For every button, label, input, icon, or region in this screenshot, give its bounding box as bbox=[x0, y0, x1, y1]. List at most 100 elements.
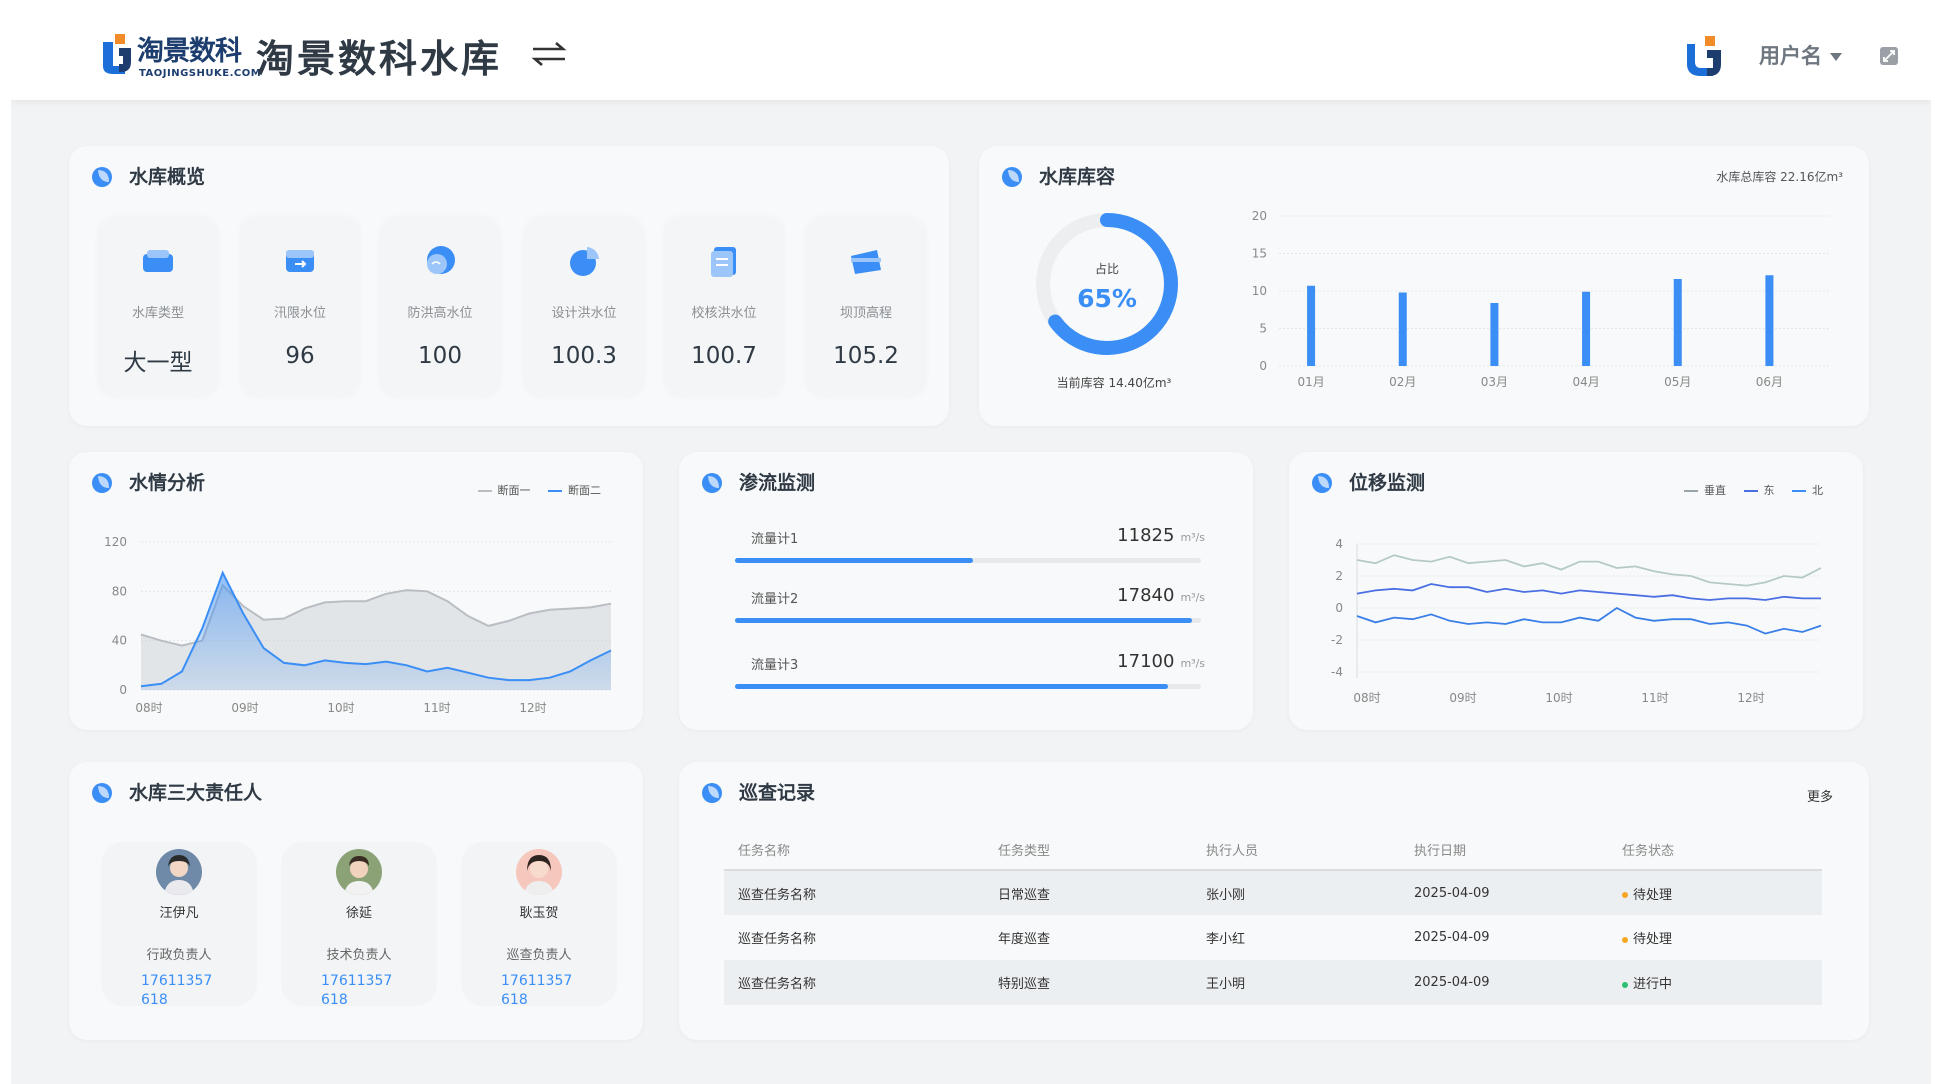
series-line bbox=[1356, 554, 1822, 587]
overview-item-label: 汛限水位 bbox=[273, 306, 326, 321]
table-row[interactable]: 巡查任务名称 特别巡查 王小明 2025-04-09 进行中 bbox=[724, 960, 1822, 1005]
capacity-total-label: 水库总库容 22.16亿m³ bbox=[1716, 170, 1843, 184]
displacement-card: 位移监测 垂直 东 北 -4 -2 0 2 4 08时 09时 10时 11时 12时 bbox=[1289, 452, 1863, 730]
overview-item: 防洪高水位 100 bbox=[381, 218, 499, 396]
person-role: 行政负责人 bbox=[146, 948, 212, 963]
x-tick-label: 05月 bbox=[1664, 375, 1691, 389]
flow-meter-number: 17100 bbox=[1117, 651, 1175, 672]
overview-item-label: 校核洪水位 bbox=[691, 306, 757, 321]
displacement-line-chart: -4 -2 0 2 4 08时 09时 10时 11时 12时 bbox=[1331, 537, 1822, 705]
overview-item-value: 100 bbox=[418, 343, 462, 369]
task-type-cell: 年度巡查 bbox=[998, 932, 1051, 947]
x-tick-label: 08时 bbox=[135, 701, 162, 715]
person-phone-link[interactable]: 17611357618 bbox=[141, 972, 221, 1010]
bar bbox=[1673, 279, 1682, 366]
overview-item-value: 105.2 bbox=[833, 343, 899, 369]
overview-item: 汛限水位 96 bbox=[241, 218, 359, 396]
persons-title: 水库三大责任人 bbox=[129, 782, 263, 804]
y-tick-label: 0 bbox=[1335, 601, 1343, 615]
column-header: 任务类型 bbox=[984, 830, 1192, 871]
capacity-bar-chart: 0 5 10 15 20 01月 02月 03月 04月 05月 06月 bbox=[1252, 209, 1829, 389]
user-name: 用户名 bbox=[1759, 44, 1822, 68]
fullscreen-icon[interactable] bbox=[1879, 46, 1899, 66]
task-status-cell: 待处理 bbox=[1608, 915, 1822, 960]
patrol-records-card: 巡查记录 更多 任务名称 任务类型 执行人员 执行日期 任务状态 巡查任务名称 … bbox=[679, 762, 1869, 1040]
x-tick-label: 11时 bbox=[1641, 691, 1668, 705]
person-name: 耿玉贺 bbox=[519, 906, 559, 921]
overview-item-value: 96 bbox=[285, 343, 315, 369]
brand-mark-icon bbox=[103, 34, 131, 74]
user-brand-icon bbox=[1687, 36, 1721, 76]
x-tick-label: 01月 bbox=[1297, 375, 1324, 389]
x-tick-label: 08时 bbox=[1353, 691, 1380, 705]
flow-meter-row: 流量计2 17840 m³/s bbox=[735, 585, 1205, 648]
displacement-title: 位移监测 bbox=[1349, 472, 1426, 494]
status-text: 待处理 bbox=[1633, 932, 1673, 947]
user-menu[interactable]: 用户名 bbox=[1759, 40, 1842, 70]
water-area-chart: 0 40 80 120 08时 09时 10时 11时 12时 bbox=[104, 535, 612, 715]
brand-logo-subtext: TAOJINGSHUKE.COM bbox=[139, 68, 262, 79]
bar bbox=[1307, 285, 1316, 366]
capacity-ratio-value: 65% bbox=[1077, 284, 1137, 313]
y-tick-label: 120 bbox=[104, 535, 127, 549]
person-phone-link[interactable]: 17611357618 bbox=[321, 972, 401, 1010]
more-link[interactable]: 更多 bbox=[1807, 786, 1833, 805]
flow-meter-track bbox=[735, 558, 1201, 563]
app-title: 淘景数科水库 bbox=[256, 37, 503, 81]
legend-swatch bbox=[1743, 490, 1758, 492]
flow-meter-unit: m³/s bbox=[1180, 531, 1205, 544]
table-row[interactable]: 巡查任务名称 日常巡查 张小刚 2025-04-09 待处理 bbox=[724, 870, 1822, 915]
capacity-card: 水库库容 水库总库容 22.16亿m³ 占比 65% 当前库容 14.40亿m³… bbox=[979, 146, 1869, 426]
person-card: 徐延 技术负责人 17611357618 bbox=[281, 842, 437, 1008]
overview-item: 水库类型 大一型 bbox=[99, 218, 217, 396]
task-date-cell: 2025-04-09 bbox=[1400, 870, 1608, 915]
person-phone-link[interactable]: 17611357618 bbox=[501, 972, 581, 1010]
section-bullet-icon bbox=[702, 473, 722, 493]
task-person-cell: 张小刚 bbox=[1192, 870, 1400, 915]
status-text: 进行中 bbox=[1633, 977, 1673, 992]
section-bullet-icon bbox=[92, 167, 112, 187]
flow-meter-track bbox=[735, 684, 1201, 689]
task-person-cell: 王小明 bbox=[1192, 960, 1400, 1005]
overview-card: 水库概览 水库类型 大一型 汛限水位 96 防洪高水位 100 设计洪水位 10… bbox=[69, 146, 949, 426]
y-tick-label: 4 bbox=[1335, 537, 1343, 551]
status-dot-icon bbox=[1622, 936, 1628, 943]
y-tick-label: 5 bbox=[1259, 322, 1267, 336]
x-tick-label: 02月 bbox=[1389, 375, 1416, 389]
legend-swatch bbox=[1792, 490, 1806, 492]
displacement-legend: 垂直 东 北 bbox=[1670, 482, 1823, 498]
x-tick-label: 12时 bbox=[519, 701, 546, 715]
y-tick-label: 20 bbox=[1252, 209, 1267, 223]
patrol-table: 任务名称 任务类型 执行人员 执行日期 任务状态 巡查任务名称 日常巡查 张小刚… bbox=[724, 830, 1822, 1005]
avatar bbox=[516, 849, 562, 895]
person-role: 巡查负责人 bbox=[506, 948, 572, 963]
task-type-cell: 日常巡查 bbox=[984, 870, 1192, 915]
capacity-current-label: 当前库容 14.40亿m³ bbox=[1056, 376, 1172, 390]
x-tick-label: 09时 bbox=[231, 701, 258, 715]
column-header: 执行日期 bbox=[1400, 830, 1608, 871]
swap-icon[interactable] bbox=[531, 40, 567, 68]
section-bullet-icon bbox=[1312, 473, 1332, 493]
water-analysis-title: 水情分析 bbox=[129, 472, 206, 494]
flow-meter-number: 11825 bbox=[1117, 525, 1175, 546]
x-tick-label: 10时 bbox=[327, 701, 354, 715]
responsible-persons-card: 水库三大责任人 汪伊凡 行政负责人 17611357618 徐延 技术负责人 1… bbox=[69, 762, 643, 1040]
task-person-cell: 李小红 bbox=[1206, 932, 1246, 947]
task-name-cell: 巡查任务名称 bbox=[724, 960, 984, 1005]
legend-swatch bbox=[477, 490, 492, 492]
table-row[interactable]: 巡查任务名称 年度巡查 李小红 2025-04-09 待处理 bbox=[724, 915, 1822, 960]
x-tick-label: 06月 bbox=[1756, 375, 1783, 389]
overview-title: 水库概览 bbox=[129, 166, 206, 188]
flow-meter-track bbox=[735, 618, 1201, 623]
person-name: 徐延 bbox=[345, 906, 372, 921]
bar bbox=[1398, 292, 1407, 366]
legend-label: 垂直 bbox=[1704, 484, 1726, 497]
seepage-title: 渗流监测 bbox=[739, 472, 816, 494]
legend-label: 北 bbox=[1812, 484, 1823, 497]
flow-meter-number: 17840 bbox=[1117, 585, 1175, 606]
design-flood-icon bbox=[570, 247, 599, 276]
overview-item-label: 设计洪水位 bbox=[551, 306, 617, 321]
brand-logo-text: 淘景数科 bbox=[137, 36, 242, 67]
legend-swatch bbox=[548, 490, 562, 492]
status-text: 待处理 bbox=[1633, 887, 1673, 903]
